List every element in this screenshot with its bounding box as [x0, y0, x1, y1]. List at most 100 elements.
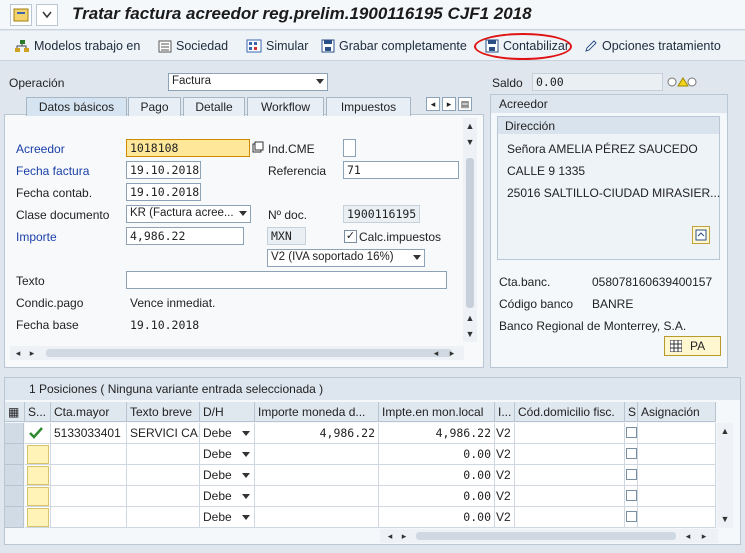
- tab-taxes[interactable]: Impuestos: [326, 97, 411, 116]
- scroll-up-icon[interactable]: ▼: [464, 136, 476, 148]
- grid-horizontal-scrollbar[interactable]: ◂ ▸ ◂ ▸: [380, 529, 718, 543]
- tab-next-icon[interactable]: ▸: [442, 97, 456, 111]
- scroll-left-icon[interactable]: ◂: [430, 347, 442, 359]
- table-cell-tax[interactable]: V2: [495, 444, 515, 465]
- table-cell-account[interactable]: 5133033401: [51, 423, 127, 444]
- scroll-down-icon[interactable]: ▼: [464, 328, 476, 340]
- invoice-date-input[interactable]: 19.10.2018: [126, 161, 201, 179]
- col-header-s[interactable]: S: [625, 402, 638, 422]
- table-cell-amount[interactable]: [255, 465, 379, 486]
- menu-icon[interactable]: [10, 4, 32, 26]
- table-cell-assignment[interactable]: [638, 486, 716, 507]
- table-cell-amount[interactable]: [255, 444, 379, 465]
- col-header-tax[interactable]: I...: [495, 402, 515, 422]
- scroll-down-icon[interactable]: ▼: [719, 513, 731, 525]
- tax-code-select[interactable]: V2 (IVA soportado 16%): [267, 249, 425, 267]
- table-cell-account[interactable]: [51, 507, 127, 528]
- scroll-up-icon[interactable]: ▲: [464, 120, 476, 132]
- amount-input[interactable]: 4,986.22: [126, 227, 244, 245]
- table-cell-amount[interactable]: 4,986.22: [255, 423, 379, 444]
- row-selector[interactable]: [5, 444, 24, 465]
- row-selector[interactable]: [5, 486, 24, 507]
- table-cell-assignment[interactable]: [638, 465, 716, 486]
- col-header-account[interactable]: Cta.mayor: [51, 402, 127, 422]
- operation-select[interactable]: Factura: [168, 73, 328, 91]
- table-cell-text[interactable]: [127, 444, 200, 465]
- table-cell-dh[interactable]: Debe: [200, 486, 255, 507]
- table-cell-assignment[interactable]: [638, 444, 716, 465]
- table-cell-text[interactable]: [127, 486, 200, 507]
- calc-tax-checkbox[interactable]: ✓: [344, 230, 357, 243]
- chevron-down-icon[interactable]: [36, 4, 58, 26]
- tab-list-icon[interactable]: ▤: [458, 97, 472, 111]
- tab-basic-data[interactable]: Datos básicos: [26, 97, 127, 116]
- table-cell-account[interactable]: [51, 444, 127, 465]
- table-cell-tax-jurisdiction[interactable]: [515, 423, 625, 444]
- models-button[interactable]: Modelos trabajo en: [14, 37, 140, 55]
- table-cell-account[interactable]: [51, 465, 127, 486]
- table-cell-text[interactable]: [127, 465, 200, 486]
- row-checkbox[interactable]: [626, 490, 637, 501]
- col-header-amount[interactable]: Importe moneda d...: [255, 402, 379, 422]
- vendor-input[interactable]: 1018108: [126, 139, 250, 157]
- col-header-tax-jurisdiction[interactable]: Cód.domicilio fisc.: [515, 402, 625, 422]
- row-checkbox[interactable]: [626, 511, 637, 522]
- scroll-right-icon[interactable]: ▸: [698, 530, 710, 542]
- table-cell-dh[interactable]: Debe: [200, 423, 255, 444]
- table-cell-tax-jurisdiction[interactable]: [515, 465, 625, 486]
- table-cell-assignment[interactable]: [638, 507, 716, 528]
- vertical-scrollbar[interactable]: ▲ ▼ ▲ ▼: [463, 118, 477, 342]
- scroll-right-icon[interactable]: ▸: [446, 347, 458, 359]
- vendor-details-icon[interactable]: [252, 141, 264, 156]
- simulate-button[interactable]: Simular: [246, 37, 308, 55]
- tab-payment[interactable]: Pago: [128, 97, 181, 116]
- table-cell-dh[interactable]: Debe: [200, 444, 255, 465]
- table-cell-assignment[interactable]: [638, 423, 716, 444]
- save-complete-button[interactable]: Grabar completamente: [321, 37, 467, 55]
- table-cell-tax[interactable]: V2: [495, 507, 515, 528]
- col-header-dh[interactable]: D/H: [200, 402, 255, 422]
- row-checkbox[interactable]: [626, 427, 637, 438]
- pa-button[interactable]: PA: [664, 336, 721, 356]
- tab-workflow[interactable]: Workflow: [247, 97, 324, 116]
- table-cell-tax-jurisdiction[interactable]: [515, 507, 625, 528]
- table-cell-account[interactable]: [51, 486, 127, 507]
- col-header-text[interactable]: Texto breve: [127, 402, 200, 422]
- table-cell-text[interactable]: [127, 507, 200, 528]
- table-cell-tax[interactable]: V2: [495, 423, 515, 444]
- row-checkbox[interactable]: [626, 469, 637, 480]
- tab-prev-icon[interactable]: ◂: [426, 97, 440, 111]
- doc-type-select[interactable]: KR (Factura acree...: [126, 205, 251, 223]
- scroll-thumb[interactable]: [46, 349, 452, 357]
- table-cell-amount[interactable]: [255, 486, 379, 507]
- scroll-left-icon[interactable]: ◂: [384, 530, 396, 542]
- text-input[interactable]: [126, 271, 447, 289]
- table-cell-tax-jurisdiction[interactable]: [515, 486, 625, 507]
- col-header-assignment[interactable]: Asignación: [638, 402, 716, 422]
- col-header-local-amount[interactable]: Impte.en mon.local: [379, 402, 495, 422]
- table-cell-tax[interactable]: V2: [495, 465, 515, 486]
- table-cell-dh[interactable]: Debe: [200, 507, 255, 528]
- grid-vertical-scrollbar[interactable]: ▲ ▼: [717, 423, 733, 528]
- scroll-thumb[interactable]: [466, 158, 474, 308]
- posting-date-input[interactable]: 19.10.2018: [126, 183, 201, 201]
- company-button[interactable]: Sociedad: [158, 37, 228, 55]
- table-cell-dh[interactable]: Debe: [200, 465, 255, 486]
- scroll-up-icon[interactable]: ▲: [464, 312, 476, 324]
- horizontal-scrollbar[interactable]: ◂ ▸ ◂ ▸: [10, 346, 464, 360]
- scroll-left-icon[interactable]: ◂: [12, 347, 24, 359]
- row-selector[interactable]: [5, 423, 24, 444]
- scroll-right-icon[interactable]: ▸: [398, 530, 410, 542]
- col-header-status[interactable]: S...: [25, 402, 51, 422]
- table-cell-amount[interactable]: [255, 507, 379, 528]
- scroll-left-icon[interactable]: ◂: [682, 530, 694, 542]
- grid-settings-icon[interactable]: ▦: [5, 402, 25, 422]
- scroll-up-icon[interactable]: ▲: [719, 425, 731, 437]
- processing-options-button[interactable]: Opciones tratamiento: [584, 37, 721, 55]
- scroll-right-icon[interactable]: ▸: [26, 347, 38, 359]
- indcme-input[interactable]: [343, 139, 356, 157]
- reference-input[interactable]: 71: [343, 161, 459, 179]
- table-cell-text[interactable]: SERVICI CA...: [127, 423, 200, 444]
- table-cell-tax-jurisdiction[interactable]: [515, 444, 625, 465]
- row-checkbox[interactable]: [626, 448, 637, 459]
